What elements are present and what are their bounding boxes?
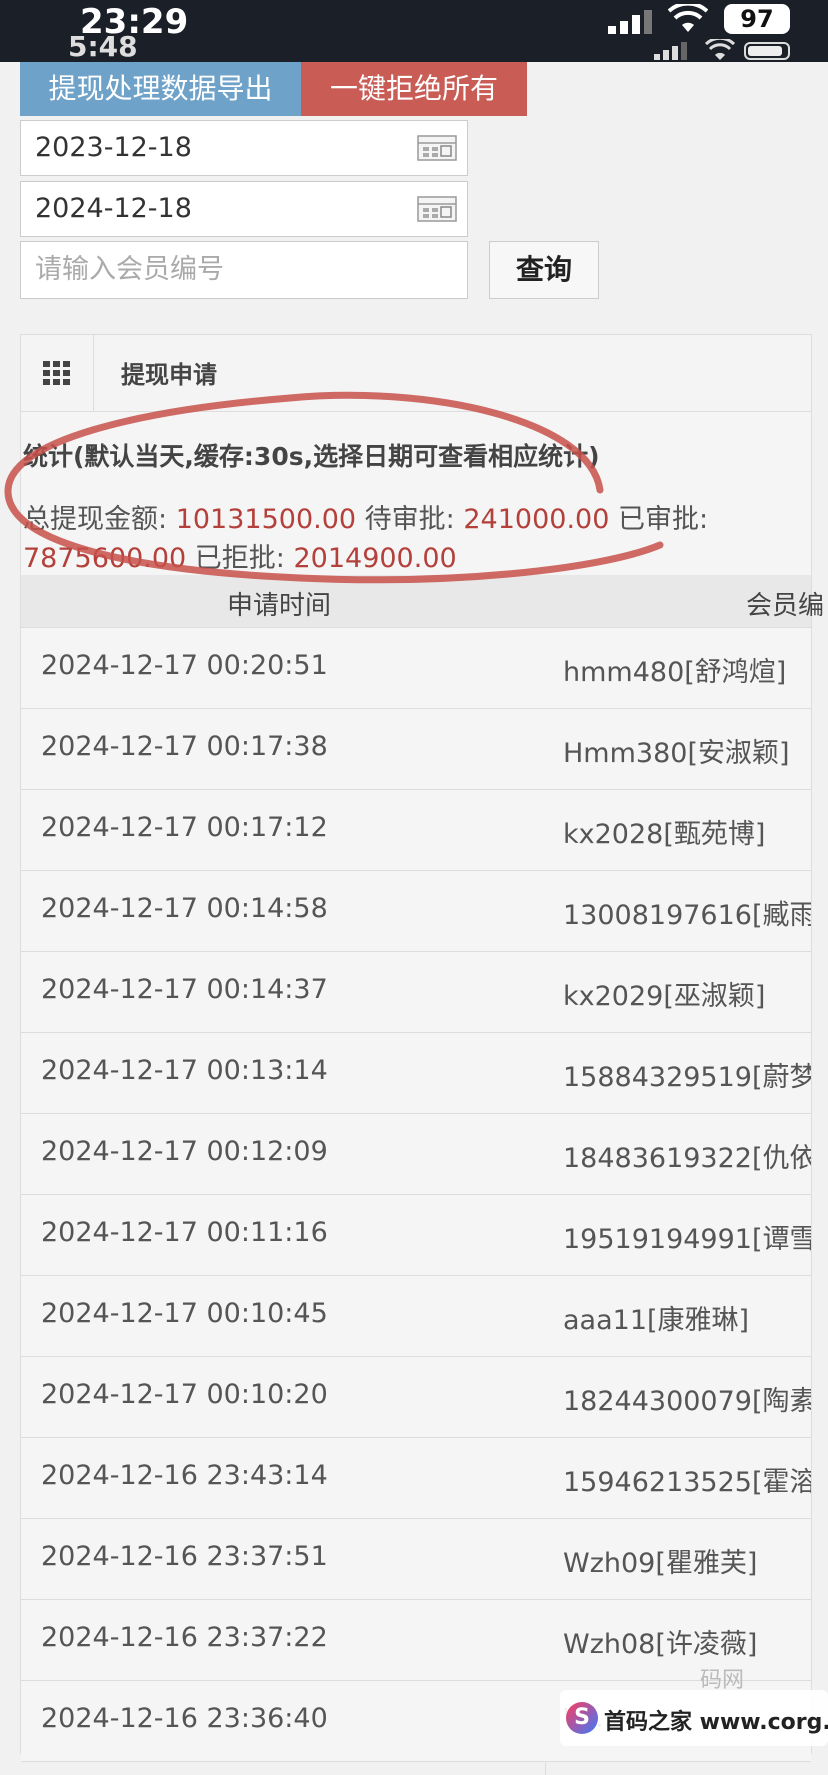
cell-member-id: kx2029[巫淑颖] (563, 981, 766, 1012)
cell-member-id: Hmm380[安淑颖] (563, 738, 790, 769)
stats-line-1: 总提现金额: 10131500.00 待审批: 241000.00 已审批: (23, 497, 708, 536)
start-date-value: 2023-12-18 (35, 132, 192, 163)
cell-apply-time: 2024-12-17 00:14:58 (41, 893, 328, 924)
cellular-signal-icon-secondary (654, 42, 687, 60)
table-header: 申请时间 会员编 (21, 575, 824, 628)
cell-member-id: aaa11[康雅琳] (563, 1305, 750, 1336)
cell-apply-time: 2024-12-17 00:20:51 (41, 650, 328, 681)
cellular-signal-icon (608, 10, 652, 34)
cell-member-id: 13008197616[臧雨婷 (563, 900, 811, 931)
cell-apply-time: 2024-12-17 00:14:37 (41, 974, 328, 1005)
rejected-label: 已拒批: (194, 543, 285, 574)
cell-member-id: 15946213525[霍溶 (563, 1467, 811, 1498)
grid-icon-container (21, 335, 94, 411)
cell-apply-time: 2024-12-16 23:37:51 (41, 1541, 328, 1572)
wifi-icon (668, 4, 708, 32)
start-date-field[interactable]: 2023-12-18 (20, 120, 468, 176)
end-date-field[interactable]: 2024-12-18 (20, 181, 468, 237)
cell-member-id: Wzh08[许凌薇] (563, 1629, 758, 1660)
cell-member-id: 18244300079[陶素 (563, 1386, 811, 1417)
panel-title: 提现申请 (121, 361, 217, 389)
header-apply-time[interactable]: 申请时间 (227, 585, 331, 622)
table-row[interactable]: 2024-12-16 23:43:14 15946213525[霍溶 (21, 1438, 811, 1519)
table-row[interactable]: 2024-12-17 00:14:58 13008197616[臧雨婷 (21, 871, 811, 952)
calendar-icon[interactable] (417, 135, 457, 161)
grid-icon (43, 361, 70, 385)
reject-all-button[interactable]: 一键拒绝所有 (301, 62, 527, 116)
header-member-id[interactable]: 会员编 (746, 585, 824, 622)
stats-title: 统计(默认当天,缓存:30s,选择日期可查看相应统计) (23, 442, 600, 471)
pending-label: 待审批: (364, 504, 455, 535)
cell-member-id: 19519194991[谭雪慧 (563, 1224, 811, 1255)
cell-member-id: 15884329519[蔚梦汐 (563, 1062, 811, 1093)
table-row[interactable]: 2024-12-17 00:13:14 15884329519[蔚梦汐 (21, 1033, 811, 1114)
cell-member-id: hmm480[舒鸿煊] (563, 657, 787, 688)
table-row[interactable]: 2024-12-17 00:17:38 Hmm380[安淑颖] (21, 709, 811, 790)
total-withdrawal-value: 10131500.00 (175, 504, 357, 535)
cell-member-id: 18483619322[仇依娜 (563, 1143, 811, 1174)
stats-line-2: 7875600.00 已拒批: 2014900.00 (23, 536, 457, 575)
table-body: 2024-12-17 00:20:51 hmm480[舒鸿煊] 2024-12-17… (21, 628, 811, 1762)
end-date-value: 2024-12-18 (35, 193, 192, 224)
table-row[interactable]: 2024-12-17 00:11:16 19519194991[谭雪慧 (21, 1195, 811, 1276)
cell-apply-time: 2024-12-16 23:36:40 (41, 1703, 328, 1734)
cell-apply-time: 2024-12-17 00:17:12 (41, 812, 328, 843)
pending-value: 241000.00 (463, 504, 610, 535)
rejected-value: 2014900.00 (293, 543, 457, 574)
export-withdrawal-data-button[interactable]: 提现处理数据导出 (20, 62, 301, 116)
cell-apply-time: 2024-12-17 00:13:14 (41, 1055, 328, 1086)
total-withdrawal-label: 总提现金额: (23, 504, 168, 535)
watermark-badge: S 首码之家 www.corg.cc (560, 1690, 828, 1746)
cell-apply-time: 2024-12-17 00:17:38 (41, 731, 328, 762)
withdrawal-panel: 提现申请 统计(默认当天,缓存:30s,选择日期可查看相应统计) 总提现金额: … (20, 334, 824, 1775)
member-id-input[interactable]: 请输入会员编号 (20, 241, 468, 299)
table-row[interactable]: 2024-12-17 00:12:09 18483619322[仇依娜 (21, 1114, 811, 1195)
table-row[interactable]: 2024-12-16 23:37:51 Wzh09[瞿雅芙] (21, 1519, 811, 1600)
cell-apply-time: 2024-12-17 00:10:20 (41, 1379, 328, 1410)
battery-icon: 97 (724, 4, 790, 34)
status-bar: 23:29 5:48 97 (0, 0, 828, 63)
cell-apply-time: 2024-12-16 23:37:22 (41, 1622, 328, 1653)
withdrawal-table: 申请时间 会员编 2024-12-17 00:20:51 hmm480[舒鸿煊] 2… (21, 575, 824, 1775)
status-time-secondary: 5:48 (68, 30, 138, 63)
cell-apply-time: 2024-12-16 23:43:14 (41, 1460, 328, 1491)
query-button[interactable]: 查询 (489, 241, 599, 299)
battery-icon-secondary (744, 42, 790, 60)
cell-apply-time: 2024-12-17 00:12:09 (41, 1136, 328, 1167)
table-row[interactable]: 2024-12-16 23:37:22 Wzh08[许凌薇] (21, 1600, 811, 1681)
cell-member-id: kx2028[甄苑博] (563, 819, 766, 850)
table-row[interactable]: 2024-12-17 00:10:45 aaa11[康雅琳] (21, 1276, 811, 1357)
table-row[interactable]: 2024-12-17 00:20:51 hmm480[舒鸿煊] (21, 628, 811, 709)
calendar-icon[interactable] (417, 196, 457, 222)
watermark-logo-icon: S (566, 1702, 598, 1734)
cell-member-id: Wzh09[瞿雅芙] (563, 1548, 758, 1579)
wifi-icon-secondary (705, 39, 735, 60)
watermark-text: 首码之家 www.corg.cc (604, 1710, 828, 1735)
cell-apply-time: 2024-12-17 00:11:16 (41, 1217, 328, 1248)
panel-header: 提现申请 (21, 335, 811, 412)
table-row[interactable]: 2024-12-17 00:17:12 kx2028[甄苑博] (21, 790, 811, 871)
approved-label: 已审批: (617, 504, 709, 535)
cell-apply-time: 2024-12-17 00:10:45 (41, 1298, 328, 1329)
table-row[interactable]: 2024-12-17 00:10:20 18244300079[陶素 (21, 1357, 811, 1438)
table-row[interactable]: 2024-12-17 00:14:37 kx2029[巫淑颖] (21, 952, 811, 1033)
approved-value: 7875600.00 (23, 543, 187, 574)
